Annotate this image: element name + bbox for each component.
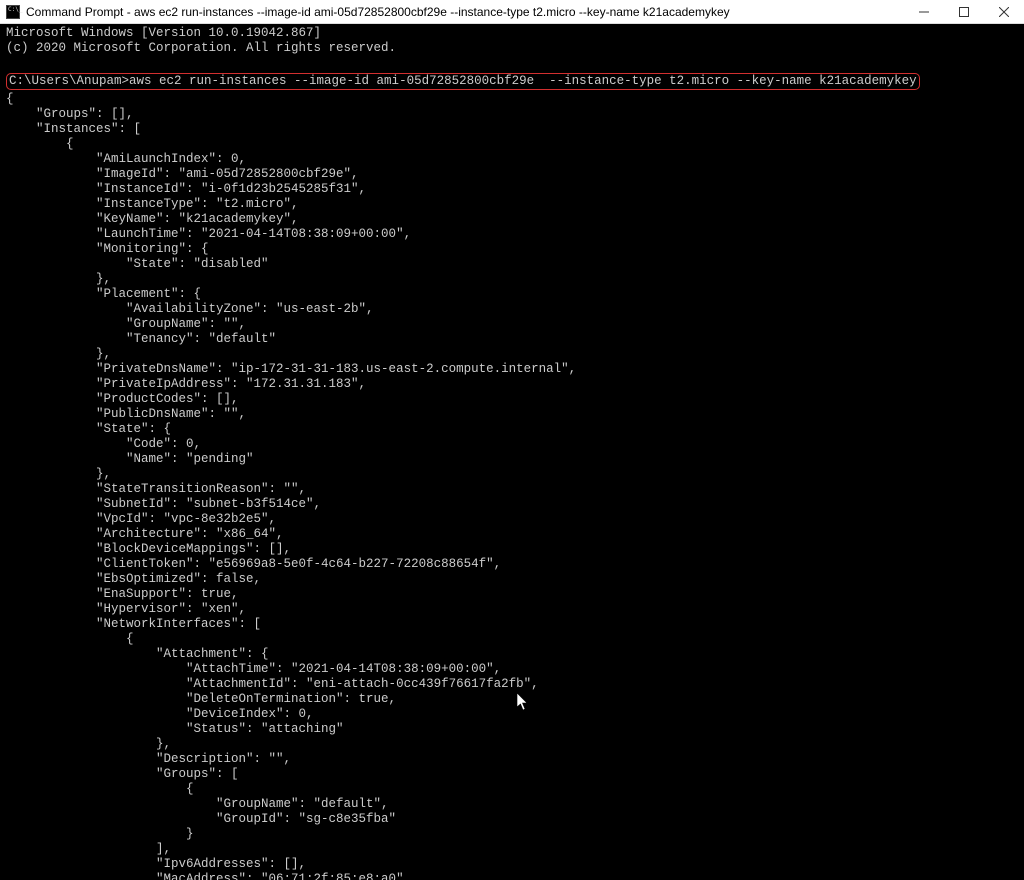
- titlebar[interactable]: Command Prompt - aws ec2 run-instances -…: [0, 0, 1024, 24]
- minimize-button[interactable]: [904, 0, 944, 23]
- prompt-line: C:\Users\Anupam>aws ec2 run-instances --…: [9, 74, 917, 88]
- cmd-icon: [6, 5, 20, 19]
- header-line-2: (c) 2020 Microsoft Corporation. All righ…: [6, 41, 396, 55]
- json-output: { "Groups": [], "Instances": [ { "AmiLau…: [6, 92, 636, 880]
- command-prompt-window: Command Prompt - aws ec2 run-instances -…: [0, 0, 1024, 880]
- maximize-button[interactable]: [944, 0, 984, 23]
- window-title: Command Prompt - aws ec2 run-instances -…: [26, 5, 730, 19]
- window-controls: [904, 0, 1024, 23]
- terminal-output[interactable]: Microsoft Windows [Version 10.0.19042.86…: [0, 24, 1024, 880]
- command-highlight: C:\Users\Anupam>aws ec2 run-instances --…: [6, 73, 920, 90]
- header-line-1: Microsoft Windows [Version 10.0.19042.86…: [6, 26, 321, 40]
- titlebar-left: Command Prompt - aws ec2 run-instances -…: [0, 5, 730, 19]
- close-button[interactable]: [984, 0, 1024, 23]
